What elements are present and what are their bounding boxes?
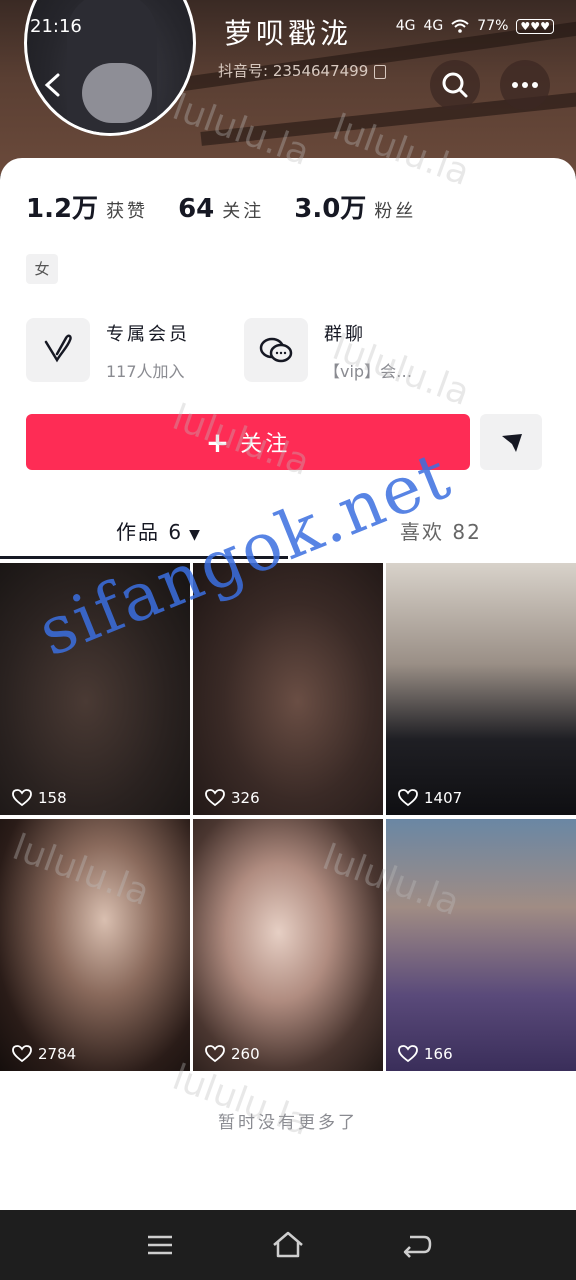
stat-label: 获赞 [106, 201, 149, 222]
avatar-figure-skirt [82, 63, 152, 123]
return-icon [403, 1235, 432, 1258]
menu-icon [148, 1235, 172, 1255]
battery-icon: ♥♥♥ [516, 18, 554, 34]
vip-membership-icon [26, 318, 90, 382]
wifi-icon [451, 19, 469, 33]
more-dots-icon [512, 82, 538, 88]
like-count-value: 158 [38, 789, 67, 807]
profile-stats: 1.2万 获赞 64 关注 3.0万 粉丝 [26, 188, 416, 225]
menu-nav-button[interactable] [140, 1228, 180, 1262]
search-icon [442, 72, 468, 98]
heart-icon [205, 1045, 225, 1063]
heart-icon [398, 1045, 418, 1063]
status-icons: 4G 4G 77% ♥♥♥ [396, 18, 554, 34]
heart-icon [398, 789, 418, 807]
system-navigation-bar [0, 1210, 576, 1280]
share-button[interactable] [480, 414, 542, 470]
heart-icon [205, 789, 225, 807]
vip-membership-entry[interactable]: 专属会员 117人加入 [26, 318, 226, 384]
stat-followers[interactable]: 3.0万 粉丝 [294, 188, 416, 225]
home-icon [273, 1231, 303, 1258]
home-nav-button[interactable] [268, 1228, 308, 1262]
stat-value: 1.2万 [26, 194, 99, 224]
profile-name: 萝呗戳泷 [224, 17, 353, 50]
like-count-value: 326 [231, 789, 260, 807]
profile-card: 1.2万 获赞 64 关注 3.0万 粉丝 女 专属会员 117人加入 群聊 【vip… [0, 158, 576, 1210]
gender-tag: 女 [26, 254, 58, 284]
like-count: 1407 [398, 789, 462, 807]
send-arrow-icon [502, 434, 522, 452]
douyin-id: 抖音号: 2354647499 [218, 60, 387, 81]
more-button[interactable] [500, 60, 550, 110]
like-count-value: 2784 [38, 1045, 77, 1063]
like-count: 158 [12, 789, 67, 807]
group-chat-icon [244, 318, 308, 382]
signal-label: 4G [395, 18, 416, 34]
heart-icon [12, 1045, 32, 1063]
stat-likes[interactable]: 1.2万 获赞 [26, 188, 148, 225]
stat-following[interactable]: 64 关注 [178, 194, 264, 224]
like-count: 2784 [12, 1045, 76, 1063]
video-thumbnail[interactable]: 1407 [386, 563, 576, 815]
like-count-value: 260 [231, 1045, 260, 1063]
like-count: 260 [205, 1045, 260, 1063]
vip-title: 专属会员 [106, 324, 190, 345]
like-count: 166 [398, 1045, 453, 1063]
search-button[interactable] [430, 60, 480, 110]
signal-label: 4G [423, 18, 444, 34]
back-nav-button[interactable] [396, 1228, 436, 1262]
douyin-id-text: 抖音号: 2354647499 [218, 62, 369, 80]
heart-icon [12, 789, 32, 807]
stat-label: 粉丝 [374, 201, 417, 222]
vip-subtitle: 117人加入 [106, 362, 185, 381]
like-count-value: 1407 [424, 789, 463, 807]
status-time: 21:16 [30, 16, 82, 37]
like-count-value: 166 [424, 1045, 453, 1063]
video-thumbnail[interactable]: 166 [386, 819, 576, 1071]
battery-percent: 77% [477, 18, 509, 34]
stat-label: 关注 [222, 201, 265, 222]
stat-value: 3.0万 [294, 194, 367, 224]
back-arrow-icon[interactable] [38, 70, 68, 100]
copy-icon[interactable] [374, 64, 387, 79]
stat-value: 64 [178, 194, 215, 224]
like-count: 326 [205, 789, 260, 807]
